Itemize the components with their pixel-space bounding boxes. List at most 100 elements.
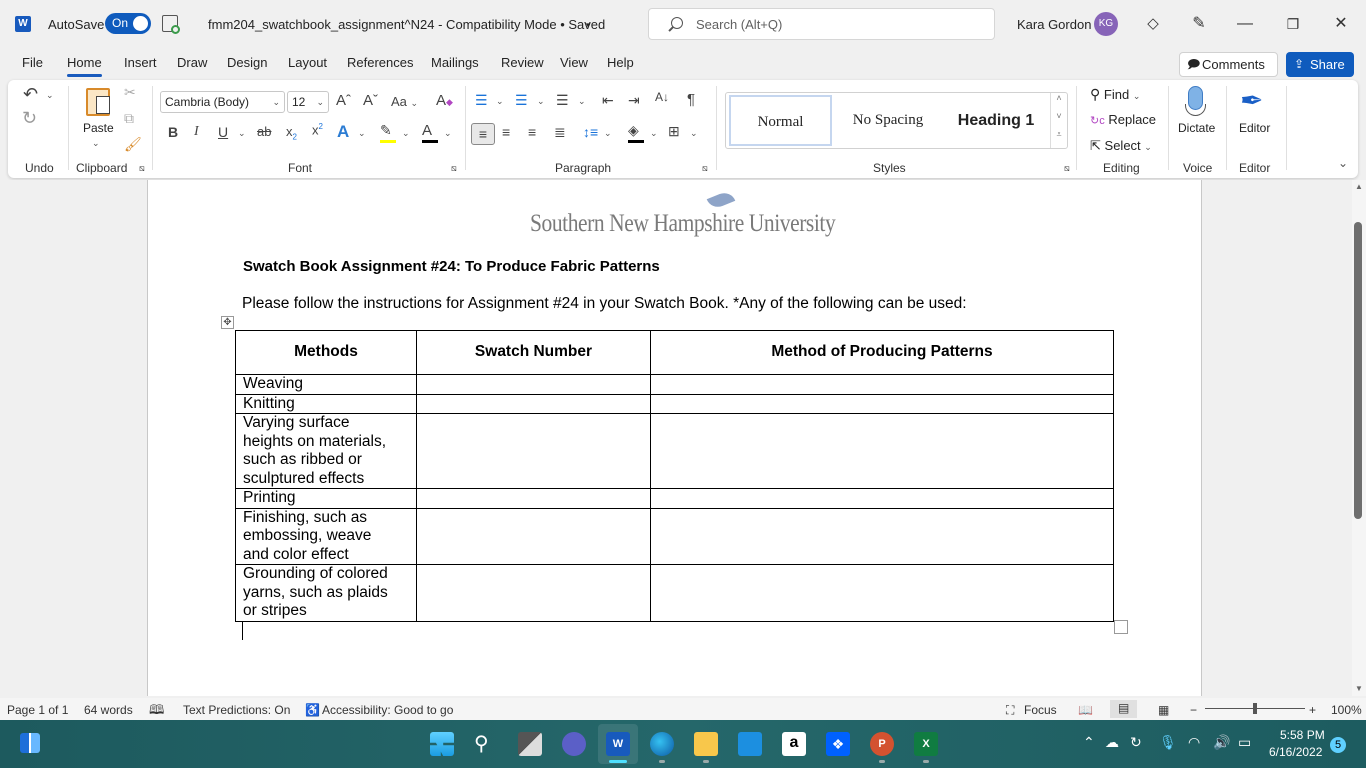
method-cell[interactable]: Weaving <box>235 374 417 395</box>
share-button[interactable]: ⇪ Share <box>1286 52 1354 77</box>
line-spacing-icon[interactable]: ↕≡ <box>583 124 598 140</box>
font-color-dropdown-icon[interactable]: ⌄ <box>444 128 452 139</box>
widgets-icon[interactable] <box>20 733 40 753</box>
tab-references[interactable]: References <box>347 55 413 70</box>
swatch-number-cell[interactable] <box>416 564 651 622</box>
cut-icon[interactable]: ✂ <box>124 84 136 101</box>
borders-dropdown-icon[interactable]: ⌄ <box>690 128 698 139</box>
pattern-method-cell[interactable] <box>650 413 1114 489</box>
change-case-button[interactable]: Aa ⌄ <box>391 94 418 109</box>
tab-view[interactable]: View <box>560 55 588 70</box>
powerpoint-icon[interactable]: P <box>870 732 894 756</box>
tab-mailings[interactable]: Mailings <box>431 55 479 70</box>
excel-icon[interactable]: X <box>914 732 938 756</box>
line-spacing-dropdown-icon[interactable]: ⌄ <box>604 128 612 139</box>
numbering-dropdown-icon[interactable]: ⌄ <box>537 96 545 107</box>
method-cell[interactable]: Knitting <box>235 393 417 414</box>
minimize-button[interactable]: — <box>1230 12 1260 36</box>
undo-dropdown-icon[interactable]: ⌄ <box>46 90 54 101</box>
pattern-method-cell[interactable] <box>650 507 1114 565</box>
clear-formatting-icon[interactable]: A◆ <box>436 92 453 109</box>
tab-home[interactable]: Home <box>67 55 102 77</box>
shrink-font-icon[interactable]: Aˇ <box>363 92 378 109</box>
table-move-handle-icon[interactable]: ✥ <box>221 316 234 329</box>
method-cell[interactable]: Varying surface heights on materials, su… <box>235 413 417 489</box>
focus-icon[interactable]: ⛶ <box>1006 703 1014 718</box>
close-button[interactable]: ✕ <box>1326 12 1356 36</box>
wifi-icon[interactable]: ◠ <box>1188 734 1200 751</box>
editor-button[interactable]: Editor <box>1239 121 1270 135</box>
methods-table[interactable]: Methods Swatch Number Method of Producin… <box>235 330 1114 622</box>
scrollbar-thumb[interactable] <box>1354 222 1362 519</box>
align-right-icon[interactable]: ≡ <box>528 124 536 140</box>
strikethrough-icon[interactable]: ab <box>257 124 271 139</box>
style-normal[interactable]: Normal <box>729 95 832 146</box>
highlight-dropdown-icon[interactable]: ⌄ <box>402 128 410 139</box>
font-launcher-icon[interactable]: ⧅ <box>451 163 457 174</box>
header-methods[interactable]: Methods <box>235 330 417 375</box>
file-explorer-icon[interactable] <box>694 732 718 756</box>
read-mode-icon[interactable]: 📖 <box>1078 703 1093 717</box>
search-input[interactable]: Search (Alt+Q) <box>648 8 995 40</box>
shading-icon[interactable]: ◈ <box>628 122 644 143</box>
user-name[interactable]: Kara Gordon <box>1017 17 1091 32</box>
zoom-level[interactable]: 100% <box>1331 703 1362 717</box>
subscript-icon[interactable]: x2 <box>286 124 297 142</box>
tab-design[interactable]: Design <box>227 55 267 70</box>
print-layout-icon[interactable]: ▤ <box>1110 700 1138 718</box>
styles-down-icon[interactable]: ˅ <box>1051 111 1067 129</box>
show-hidden-icons[interactable]: ⌃ <box>1083 734 1095 751</box>
swatch-number-cell[interactable] <box>416 488 651 509</box>
word-taskbar-icon[interactable]: W <box>606 732 630 756</box>
align-left-button[interactable]: ≡ <box>471 123 495 145</box>
accessibility-status[interactable]: Accessibility: Good to go <box>322 703 453 717</box>
styles-more-icon[interactable]: ⩡ <box>1051 129 1067 147</box>
search-taskbar-icon[interactable]: ⚲ <box>474 732 498 756</box>
method-cell[interactable]: Grounding of colored yarns, such as plai… <box>235 564 417 622</box>
zoom-slider-thumb[interactable] <box>1253 703 1257 714</box>
increase-indent-icon[interactable]: ⇥ <box>628 92 640 109</box>
method-cell[interactable]: Finishing, such as embossing, weave and … <box>235 507 417 565</box>
sync-icon[interactable]: ↻ <box>1130 734 1142 751</box>
pattern-method-cell[interactable] <box>650 488 1114 509</box>
text-effects-dropdown-icon[interactable]: ⌄ <box>358 128 366 139</box>
document-title[interactable]: fmm204_swatchbook_assignment^N24 - Compa… <box>208 17 605 32</box>
show-formatting-icon[interactable]: ¶ <box>687 91 695 108</box>
sort-icon[interactable]: A↓ <box>655 90 669 104</box>
avatar[interactable]: KG <box>1094 12 1118 36</box>
collapse-ribbon-icon[interactable]: ⌄ <box>1338 156 1348 170</box>
styles-launcher-icon[interactable]: ⧅ <box>1064 163 1070 174</box>
scroll-down-icon[interactable]: ▼ <box>1355 684 1363 693</box>
font-size-dropdown[interactable]: 12 ⌄ <box>287 91 329 113</box>
italic-icon[interactable]: I <box>194 124 199 140</box>
style-no-spacing[interactable]: No Spacing <box>834 95 942 146</box>
volume-icon[interactable]: 🔊 <box>1213 734 1230 751</box>
tab-layout[interactable]: Layout <box>288 55 327 70</box>
clock-date[interactable]: 6/16/2022 <box>1269 745 1322 759</box>
editor-pen-icon[interactable]: ✒ <box>1240 84 1263 117</box>
page-count[interactable]: Page 1 of 1 <box>7 703 68 717</box>
diamond-icon[interactable]: ◇ <box>1138 12 1168 36</box>
tab-help[interactable]: Help <box>607 55 634 70</box>
paste-button[interactable]: Paste <box>83 121 114 135</box>
comments-button[interactable]: 🗩 Comments <box>1179 52 1278 77</box>
select-button[interactable]: ⇱ Select ⌄ <box>1090 138 1152 154</box>
styles-scroll[interactable]: ˄ ˅ ⩡ <box>1050 93 1067 148</box>
swatch-number-cell[interactable] <box>416 507 651 565</box>
find-button[interactable]: ⚲ Find ⌄ <box>1090 86 1140 103</box>
focus-mode[interactable]: Focus <box>1024 703 1057 717</box>
battery-icon[interactable]: ▭ <box>1238 734 1251 751</box>
dictate-button[interactable]: Dictate <box>1178 121 1215 135</box>
undo-icon[interactable]: ↶ <box>23 84 38 105</box>
tab-insert[interactable]: Insert <box>124 55 157 70</box>
font-color-icon[interactable]: A <box>422 122 438 143</box>
scroll-up-icon[interactable]: ▲ <box>1355 182 1363 191</box>
paste-dropdown-icon[interactable]: ⌄ <box>92 138 100 149</box>
tab-review[interactable]: Review <box>501 55 544 70</box>
font-name-dropdown[interactable]: Cambria (Body) ⌄ <box>160 91 285 113</box>
swatch-number-cell[interactable] <box>416 413 651 489</box>
teams-chat-icon[interactable] <box>562 732 586 756</box>
zoom-out-button[interactable]: − <box>1190 703 1197 717</box>
pattern-method-cell[interactable] <box>650 564 1114 622</box>
decrease-indent-icon[interactable]: ⇤ <box>602 92 614 109</box>
